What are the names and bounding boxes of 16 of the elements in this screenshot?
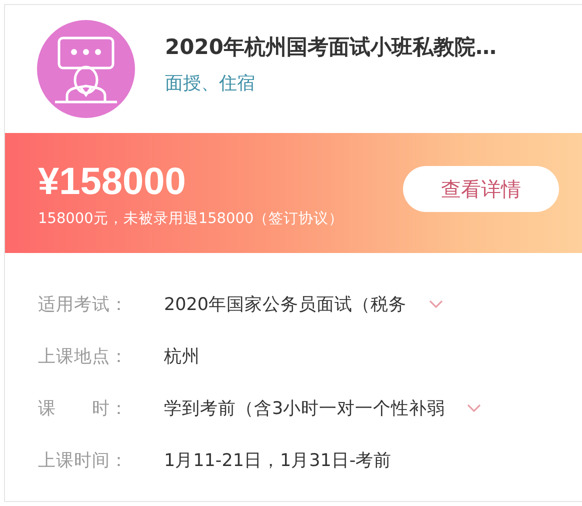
info-label: 上课地点：	[38, 346, 129, 368]
info-value: 1月11-21日，1月31日-考前	[164, 450, 392, 472]
course-title: 2020年杭州国考面试小班私教院…	[165, 34, 496, 61]
course-tags: 面授、住宿	[165, 71, 496, 95]
chevron-down-icon[interactable]	[428, 300, 443, 308]
info-label: 上课时间：	[38, 450, 129, 472]
info-label: 课 时：	[38, 398, 129, 420]
price: ¥158000	[38, 160, 187, 204]
info-value: 2020年国家公务员面试（税务	[164, 294, 407, 316]
info-label: 适用考试：	[38, 294, 129, 316]
price-note: 158000元，未被录用退158000（签订协议）	[38, 210, 344, 228]
avatar-icon	[37, 20, 135, 118]
info-value: 学到考前（含3小时一对一个性补弱	[164, 398, 446, 420]
details-button[interactable]: 查看详情	[403, 166, 559, 212]
chevron-down-icon[interactable]	[467, 404, 482, 412]
info-value: 杭州	[164, 346, 200, 368]
